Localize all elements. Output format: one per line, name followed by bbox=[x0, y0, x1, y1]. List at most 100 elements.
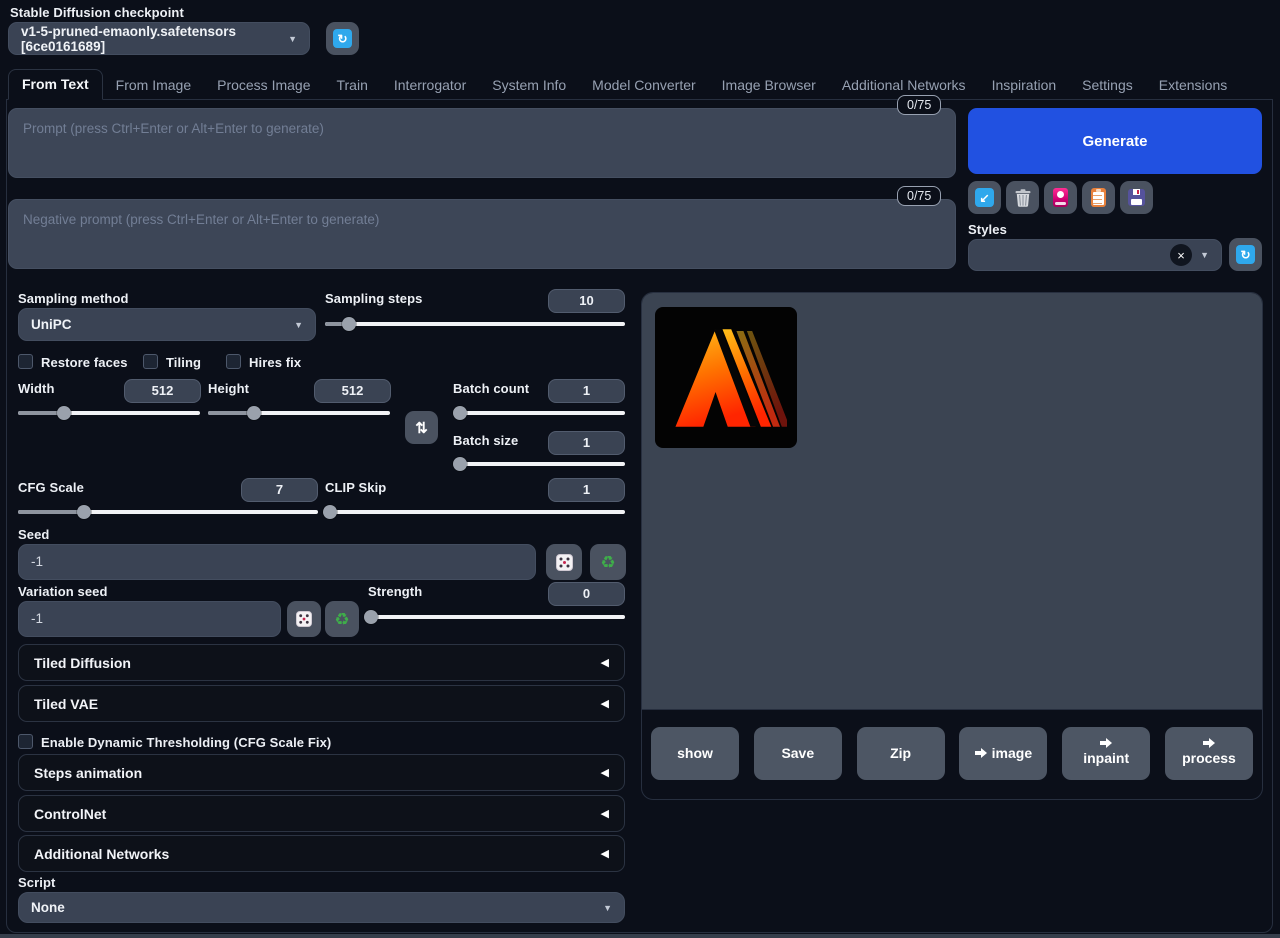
batch-count-slider[interactable] bbox=[455, 405, 625, 420]
tab-interrogator[interactable]: Interrogator bbox=[381, 71, 479, 100]
chevron-down-icon: ▼ bbox=[294, 320, 303, 330]
accordion-tiled-vae[interactable]: Tiled VAE ◀ bbox=[18, 685, 625, 722]
height-slider[interactable] bbox=[208, 405, 390, 420]
tab-from-text[interactable]: From Text bbox=[8, 69, 103, 100]
refresh-icon: ↻ bbox=[1236, 245, 1255, 264]
output-thumbnail[interactable] bbox=[655, 307, 797, 448]
variation-seed-input[interactable]: -1 bbox=[18, 601, 281, 637]
save-button[interactable]: Save bbox=[754, 727, 842, 780]
slider-handle[interactable] bbox=[364, 610, 378, 624]
prompt-input[interactable] bbox=[8, 108, 956, 178]
collapse-arrow-icon: ◀ bbox=[601, 697, 609, 710]
chevron-down-icon: ▼ bbox=[603, 903, 612, 913]
generate-button[interactable]: Generate bbox=[968, 108, 1262, 174]
slider-handle[interactable] bbox=[453, 457, 467, 471]
sampling-steps-slider[interactable] bbox=[325, 316, 625, 331]
tab-inspiration[interactable]: Inspiration bbox=[979, 71, 1070, 100]
random-variation-seed-button[interactable] bbox=[287, 601, 321, 637]
prompt-token-counter: 0/75 bbox=[897, 95, 941, 115]
script-label: Script bbox=[18, 875, 55, 890]
script-value: None bbox=[31, 900, 595, 915]
zip-button[interactable]: Zip bbox=[857, 727, 945, 780]
swap-dimensions-button[interactable]: ⇅ bbox=[405, 411, 438, 444]
send-to-inpaint-button[interactable]: inpaint bbox=[1062, 727, 1150, 780]
tab-image-browser[interactable]: Image Browser bbox=[709, 71, 829, 100]
apply-style-button[interactable] bbox=[1082, 181, 1115, 214]
batch-size-value[interactable]: 1 bbox=[548, 431, 625, 455]
tab-train[interactable]: Train bbox=[323, 71, 380, 100]
sampling-method-label: Sampling method bbox=[18, 291, 129, 306]
slider-handle[interactable] bbox=[77, 505, 91, 519]
tab-from-image[interactable]: From Image bbox=[103, 71, 204, 100]
tab-system-info[interactable]: System Info bbox=[479, 71, 579, 100]
sampling-method-select[interactable]: UniPC ▼ bbox=[18, 308, 316, 341]
tab-process-image[interactable]: Process Image bbox=[204, 71, 323, 100]
hires-fix-checkbox[interactable] bbox=[226, 354, 241, 369]
clear-prompt-button[interactable] bbox=[1006, 181, 1039, 214]
accordion-controlnet[interactable]: ControlNet ◀ bbox=[18, 795, 625, 832]
tab-model-converter[interactable]: Model Converter bbox=[579, 71, 709, 100]
paste-button[interactable]: ↙ bbox=[968, 181, 1001, 214]
cfg-scale-value[interactable]: 7 bbox=[241, 478, 318, 502]
slider-handle[interactable] bbox=[453, 406, 467, 420]
strength-slider[interactable] bbox=[368, 609, 625, 624]
right-arrow-icon bbox=[1203, 738, 1215, 748]
recycle-icon: ♻ bbox=[600, 554, 615, 571]
clip-skip-slider[interactable] bbox=[325, 504, 625, 519]
refresh-icon: ↻ bbox=[333, 29, 352, 48]
main-tabs: From Text From Image Process Image Train… bbox=[8, 69, 1272, 100]
accordion-tiled-diffusion[interactable]: Tiled Diffusion ◀ bbox=[18, 644, 625, 681]
tab-settings[interactable]: Settings bbox=[1069, 71, 1146, 100]
strength-label: Strength bbox=[368, 584, 422, 599]
batch-size-label: Batch size bbox=[453, 433, 518, 448]
restore-faces-checkbox[interactable] bbox=[18, 354, 33, 369]
clear-styles-icon[interactable]: × bbox=[1170, 244, 1192, 266]
batch-count-value[interactable]: 1 bbox=[548, 379, 625, 403]
checkpoint-refresh-button[interactable]: ↻ bbox=[326, 22, 359, 55]
styles-select[interactable]: × ▼ bbox=[968, 239, 1222, 271]
accordion-additional-networks[interactable]: Additional Networks ◀ bbox=[18, 835, 625, 872]
recycle-icon: ♻ bbox=[334, 611, 349, 628]
seed-input[interactable]: -1 bbox=[18, 544, 536, 580]
negative-prompt-input[interactable] bbox=[8, 199, 956, 269]
reuse-variation-seed-button[interactable]: ♻ bbox=[325, 601, 359, 637]
show-button[interactable]: show bbox=[651, 727, 739, 780]
results-actions: show Save Zip image inpaint process bbox=[651, 727, 1253, 780]
reuse-seed-button[interactable]: ♻ bbox=[590, 544, 626, 580]
width-label: Width bbox=[18, 381, 54, 396]
chevron-down-icon: ▼ bbox=[288, 34, 297, 44]
styles-refresh-button[interactable]: ↻ bbox=[1229, 238, 1262, 271]
results-panel: show Save Zip image inpaint process bbox=[641, 292, 1263, 800]
save-style-button[interactable] bbox=[1120, 181, 1153, 214]
sampling-steps-value[interactable]: 10 bbox=[548, 289, 625, 313]
height-value[interactable]: 512 bbox=[314, 379, 391, 403]
strength-value[interactable]: 0 bbox=[548, 582, 625, 606]
tab-extensions[interactable]: Extensions bbox=[1146, 71, 1240, 100]
apply-style-icon bbox=[1091, 188, 1106, 207]
slider-handle[interactable] bbox=[57, 406, 71, 420]
clip-skip-value[interactable]: 1 bbox=[548, 478, 625, 502]
tiling-checkbox[interactable] bbox=[143, 354, 158, 369]
width-value[interactable]: 512 bbox=[124, 379, 201, 403]
width-slider[interactable] bbox=[18, 405, 200, 420]
script-select[interactable]: None ▼ bbox=[18, 892, 625, 923]
checkpoint-value: v1-5-pruned-emaonly.safetensors [6ce0161… bbox=[21, 24, 280, 54]
send-to-process-button[interactable]: process bbox=[1165, 727, 1253, 780]
checkpoint-label: Stable Diffusion checkpoint bbox=[10, 5, 184, 20]
checkpoint-select[interactable]: v1-5-pruned-emaonly.safetensors [6ce0161… bbox=[8, 22, 310, 55]
slider-handle[interactable] bbox=[247, 406, 261, 420]
extra-networks-button[interactable] bbox=[1044, 181, 1077, 214]
height-label: Height bbox=[208, 381, 249, 396]
right-arrow-icon bbox=[1100, 738, 1112, 748]
send-to-image-button[interactable]: image bbox=[959, 727, 1047, 780]
styles-label: Styles bbox=[968, 222, 1007, 237]
random-seed-button[interactable] bbox=[546, 544, 582, 580]
slider-handle[interactable] bbox=[323, 505, 337, 519]
batch-size-slider[interactable] bbox=[455, 456, 625, 471]
dynamic-thresholding-checkbox[interactable] bbox=[18, 734, 33, 749]
negative-prompt-token-counter: 0/75 bbox=[897, 186, 941, 206]
collapse-arrow-icon: ◀ bbox=[601, 807, 609, 820]
cfg-scale-slider[interactable] bbox=[18, 504, 318, 519]
slider-handle[interactable] bbox=[342, 317, 356, 331]
accordion-steps-animation[interactable]: Steps animation ◀ bbox=[18, 754, 625, 791]
